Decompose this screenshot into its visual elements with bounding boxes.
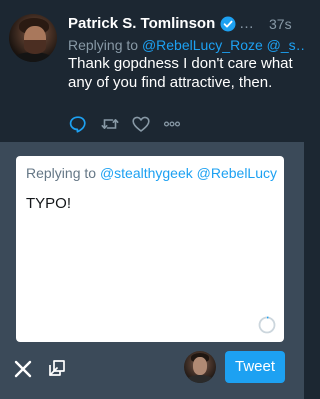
- current-user-avatar-body: [186, 375, 214, 383]
- author-name[interactable]: Patrick S. Tomlinson: [68, 14, 215, 34]
- composer-replying-to: Replying to @stealthygeek @RebelLucy…: [26, 164, 278, 182]
- current-user-avatar[interactable]: [184, 351, 216, 383]
- reply-icon[interactable]: [68, 114, 88, 134]
- more-icon[interactable]: [162, 114, 182, 134]
- character-count-ring-icon: [258, 316, 276, 334]
- avatar-beard: [24, 40, 46, 54]
- tweet-reply-widget: Patrick S. Tomlinson … 37s Replying to @…: [0, 0, 304, 399]
- retweet-icon[interactable]: [100, 114, 120, 134]
- tweet-button[interactable]: Tweet: [225, 351, 285, 383]
- tweet-timestamp[interactable]: 37s: [269, 14, 292, 34]
- reply-input[interactable]: TYPO!: [26, 194, 266, 214]
- close-icon[interactable]: [13, 359, 33, 379]
- composer-replying-label: Replying to: [26, 165, 97, 181]
- tweet-replying-handles[interactable]: @RebelLucy_Roze @_s…: [142, 37, 304, 53]
- reply-textbox[interactable]: Replying to @stealthygeek @RebelLucy… TY…: [16, 156, 284, 342]
- tweet-text: Thank gopdness I don't care what any of …: [68, 55, 293, 91]
- tweet-replying-to: Replying to @RebelLucy_Roze @_s…: [68, 36, 304, 54]
- current-user-avatar-face: [193, 357, 207, 375]
- expand-icon[interactable]: [47, 358, 67, 378]
- verified-badge-icon: [220, 16, 236, 32]
- author-name-truncation: …: [239, 15, 254, 32]
- composer-replying-handles[interactable]: @stealthygeek @RebelLucy…: [100, 165, 278, 181]
- composer-toolbar: Tweet: [0, 350, 304, 390]
- tweet-actions: [68, 114, 198, 134]
- tweet-replying-label: Replying to: [68, 37, 139, 53]
- author-avatar[interactable]: [9, 14, 57, 62]
- tweet: Patrick S. Tomlinson … 37s Replying to @…: [0, 0, 304, 142]
- reply-composer: Replying to @stealthygeek @RebelLucy… TY…: [0, 142, 304, 399]
- tweet-header: Patrick S. Tomlinson … 37s: [68, 14, 296, 34]
- like-icon[interactable]: [131, 114, 151, 134]
